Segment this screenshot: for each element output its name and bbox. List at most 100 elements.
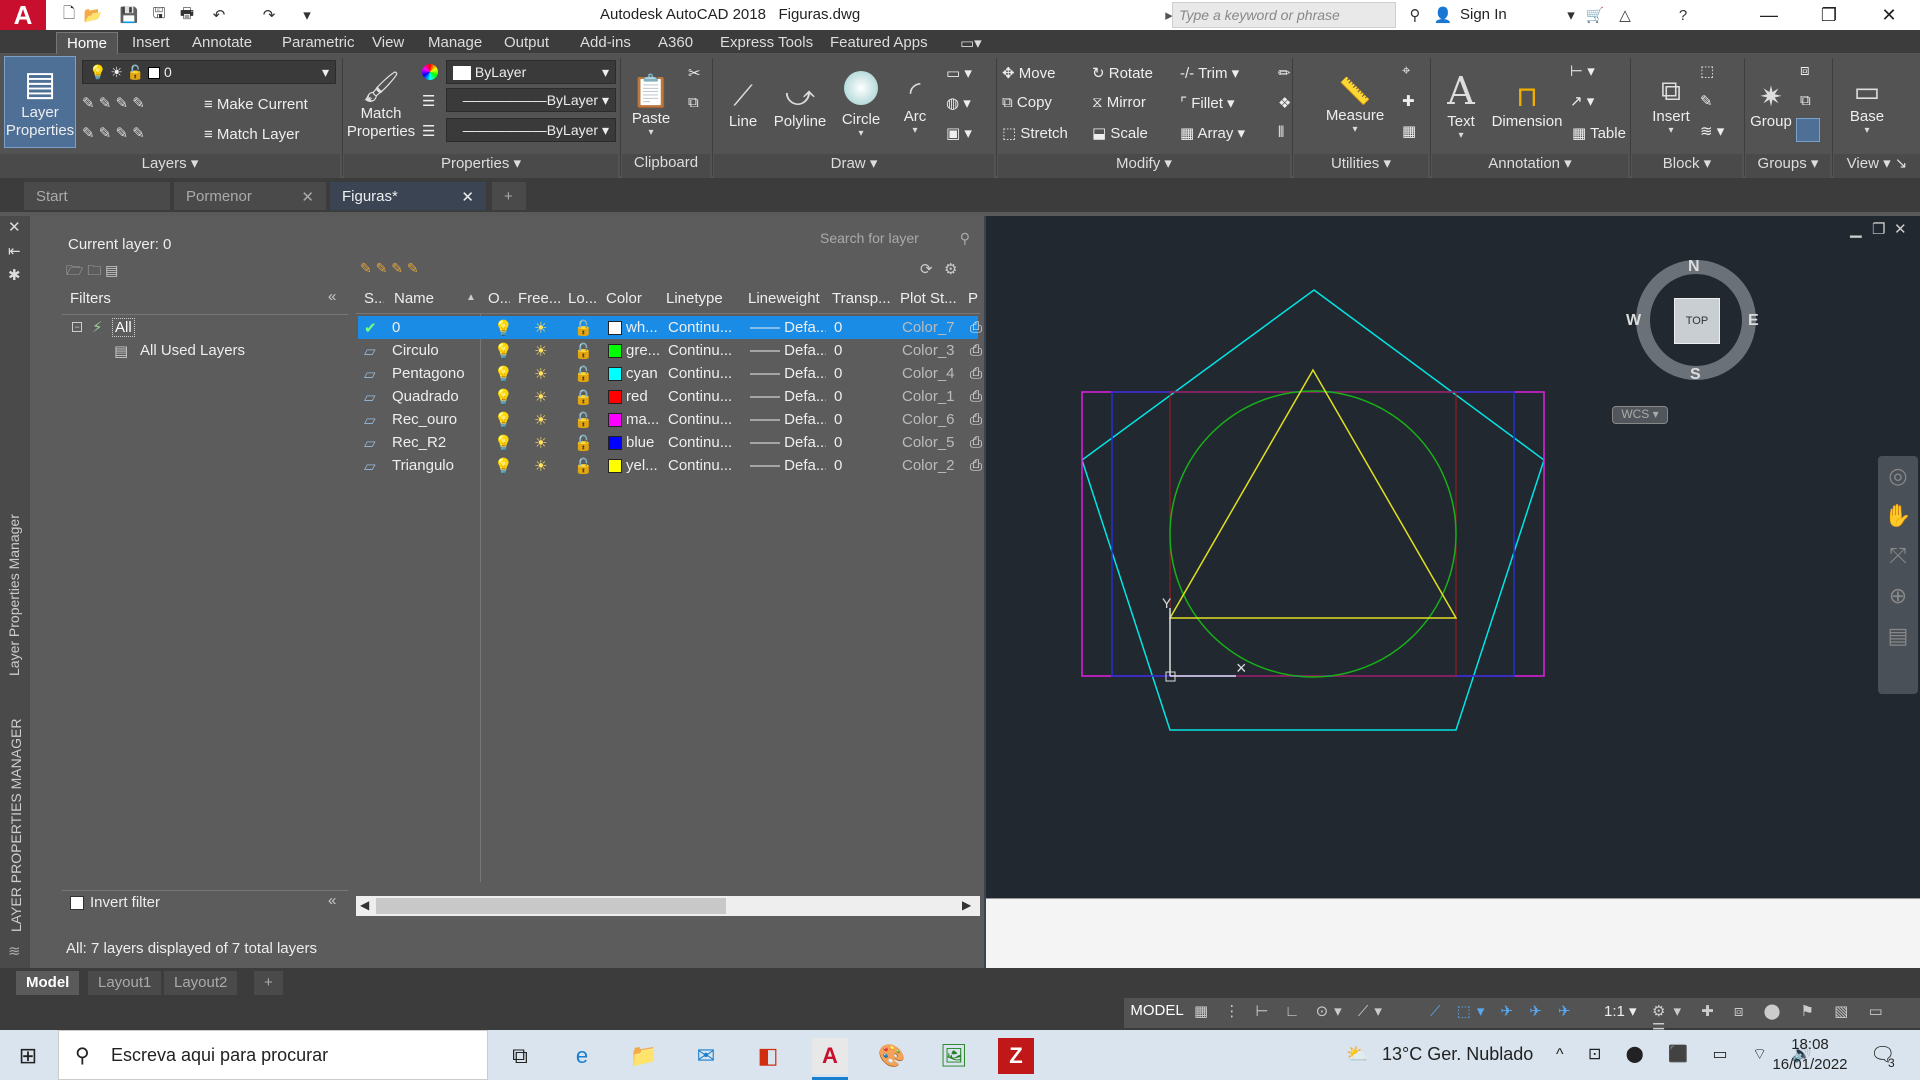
layer-color-swatch[interactable] [608, 321, 622, 335]
layer-name[interactable]: Rec_R2 [392, 434, 472, 451]
taskbar-search-box[interactable]: ⚲ Escreva aqui para procurar [58, 1030, 488, 1080]
layer-freeze-sun-icon[interactable]: ☀ [534, 457, 547, 475]
fillet-button[interactable]: ⌜ Fillet ▾ [1180, 94, 1235, 112]
layer-name[interactable]: Circulo [392, 342, 472, 359]
palette-properties-icon[interactable]: ✱ [8, 266, 21, 284]
layer-color-name[interactable]: yel... [626, 457, 666, 474]
doc-tab-figuras[interactable]: Figuras* ✕ [330, 182, 486, 210]
layer-plot-icon[interactable]: ⎙ [970, 342, 982, 359]
draw-panel-title[interactable]: Draw ▾ [714, 154, 994, 178]
circle-button[interactable]: Circle ▾ [834, 60, 888, 150]
make-current-button[interactable]: ≡ Make Current [204, 96, 308, 113]
layer-plot-icon[interactable]: ⎙ [970, 434, 982, 451]
filter-tools-icons[interactable]: 🗁 🗀 ▤ [66, 260, 118, 284]
layer-name[interactable]: 0 [392, 319, 472, 336]
new-tab-icon[interactable]: + [492, 182, 526, 210]
command-line[interactable] [986, 898, 1920, 968]
col-plot-style[interactable]: Plot St... [900, 290, 958, 312]
osnap-toggles-icons[interactable]: ⟋ ⬚▾ ✈ ✈ ✈ [1430, 1002, 1577, 1020]
new-layout-icon[interactable]: + [254, 971, 283, 995]
drafting-toggles-icons[interactable]: ▦ ⋮ ⊢ ∟ ⊙▾ ⟋▾ [1194, 1002, 1388, 1020]
layer-on-bulb-icon[interactable]: 💡 [494, 411, 513, 429]
base-button[interactable]: ▭ Base ▾ [1840, 60, 1894, 150]
layer-linetype[interactable]: Continu... [668, 434, 744, 451]
group-selection-toggle-icon[interactable] [1796, 118, 1820, 142]
layer-search-input[interactable]: Search for layer ⚲ [820, 230, 970, 252]
new-file-icon[interactable]: 🗋 [58, 4, 80, 26]
dimension-button[interactable]: ⊓ Dimension [1488, 60, 1566, 150]
annotation-panel-title[interactable]: Annotation ▾ [1432, 154, 1628, 178]
refresh-icon[interactable]: ⟳ [920, 260, 933, 278]
stretch-button[interactable]: ⬚ Stretch [1002, 124, 1068, 142]
layer-row[interactable]: ▱ Quadrado 💡 ☀ 🔒 red Continu... —— Defa... 0 Colo… [358, 385, 982, 408]
layer-plot-icon[interactable]: ⎙ [970, 365, 982, 382]
restore-icon[interactable]: ❐ [1800, 0, 1858, 30]
layer-color-swatch[interactable] [608, 367, 622, 381]
layer-linetype[interactable]: Continu... [668, 388, 744, 405]
cut-icon[interactable]: ✂ [688, 64, 701, 82]
layer-linetype[interactable]: Continu... [668, 411, 744, 428]
collapse-filter-bottom-icon[interactable]: « [328, 892, 336, 909]
ribbon-tab-manage[interactable]: Manage [418, 32, 492, 54]
layer-linetype[interactable]: Continu... [668, 342, 744, 359]
layer-linetype[interactable]: Continu... [668, 457, 744, 474]
col-lock[interactable]: Lo... [568, 290, 596, 312]
save-as-icon[interactable]: 🖫 [148, 4, 170, 26]
calculator-icon[interactable]: ▦ [1402, 122, 1416, 140]
col-on[interactable]: O... [488, 290, 510, 312]
office-icon[interactable]: ◧ [750, 1038, 786, 1074]
filezilla-icon[interactable]: Z [998, 1038, 1034, 1074]
doc-tab-pormenor[interactable]: Pormenor ✕ [174, 182, 326, 210]
layer-on-bulb-icon[interactable]: 💡 [494, 457, 513, 475]
layer-plot-icon[interactable]: ⎙ [970, 388, 982, 405]
col-lineweight[interactable]: Lineweight [748, 290, 824, 312]
layer-lineweight[interactable]: —— Defa... [750, 319, 826, 336]
layer-freeze-sun-icon[interactable]: ☀ [534, 411, 547, 429]
weather-text[interactable]: 13°C Ger. Nublado [1382, 1044, 1533, 1065]
group-edit-icon[interactable]: ⧉ [1800, 92, 1811, 109]
model-space-button[interactable]: MODEL [1128, 1002, 1186, 1024]
current-layer-dropdown[interactable]: 💡 ☀ 🔓 0 ▾ [82, 60, 336, 84]
layer-transparency[interactable]: 0 [834, 365, 874, 382]
layer-color-name[interactable]: gre... [626, 342, 666, 359]
close-tab-icon[interactable]: ✕ [301, 188, 314, 206]
ribbon-extra-menu-icon[interactable]: ▭▾ [950, 32, 992, 54]
explode-icon[interactable]: ❖ [1278, 94, 1291, 112]
layout-tab-layout1[interactable]: Layout1 [88, 971, 162, 995]
layer-linetype[interactable]: Continu... [668, 365, 744, 382]
tree-item-all[interactable]: All [112, 318, 135, 337]
open-file-icon[interactable]: 📂 [82, 4, 104, 26]
linetype-dropdown[interactable]: ——————ByLayer ▾ [446, 88, 616, 112]
layer-name[interactable]: Pentagono [392, 365, 472, 382]
copy-button[interactable]: ⧉ Copy [1002, 94, 1052, 111]
palette-grip-icon[interactable]: ≋ [8, 942, 21, 960]
file-explorer-icon[interactable]: 📁 [626, 1038, 662, 1074]
layer-unlocked-icon[interactable]: 🔓 [574, 457, 593, 475]
autocad-logo-icon[interactable]: A [0, 0, 46, 30]
arc-button[interactable]: ◜ Arc ▾ [892, 60, 938, 150]
compass-w[interactable]: W [1626, 312, 1641, 330]
user-icon[interactable]: 👤 [1432, 4, 1454, 26]
ribbon-tab-output[interactable]: Output [494, 32, 559, 54]
col-freeze[interactable]: Free... [518, 290, 562, 312]
layer-unlocked-icon[interactable]: 🔓 [574, 411, 593, 429]
group-button[interactable]: ✷ Group [1746, 60, 1796, 150]
modify-panel-title[interactable]: Modify ▾ [998, 154, 1290, 178]
navigation-bar[interactable]: ◎ ✋ ⤧ ⊕ ▤ [1878, 456, 1918, 694]
properties-panel-title[interactable]: Properties ▾ [344, 154, 618, 178]
layout-tab-model[interactable]: Model [16, 971, 80, 995]
layer-tools-row-2-icons[interactable]: ✎ ✎ ✎ ✎ [82, 124, 202, 142]
close-icon[interactable]: ✕ [1860, 0, 1918, 30]
ribbon-tab-add-ins[interactable]: Add-ins [570, 32, 641, 54]
boundary-icon[interactable]: ▣ ▾ [946, 124, 972, 142]
col-linetype[interactable]: Linetype [666, 290, 736, 312]
help-search-input[interactable]: Type a keyword or phrase [1172, 2, 1396, 28]
copy-clip-icon[interactable]: ⧉ [688, 94, 699, 111]
id-point-icon[interactable]: ⌖ [1402, 62, 1410, 79]
compass-n[interactable]: N [1688, 258, 1700, 276]
layer-color-name[interactable]: wh... [626, 319, 666, 336]
ribbon-tab-insert[interactable]: Insert [122, 32, 180, 54]
leader-icon[interactable]: ⊢ ▾ [1570, 62, 1595, 80]
erase-icon[interactable]: ✏ [1278, 64, 1291, 82]
layer-unlocked-icon[interactable]: 🔓 [574, 365, 593, 383]
